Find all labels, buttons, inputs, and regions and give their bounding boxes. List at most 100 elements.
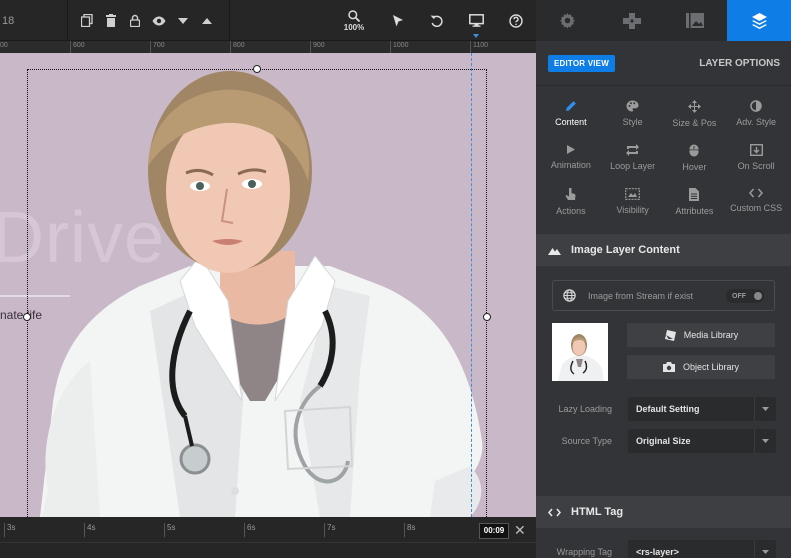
select-cursor-icon[interactable] — [380, 0, 416, 41]
option-animation[interactable]: Animation — [540, 140, 602, 178]
object-library-label: Object Library — [682, 362, 740, 372]
delete-icon[interactable] — [102, 11, 120, 31]
option-style[interactable]: Style — [602, 96, 664, 134]
scroll-icon — [749, 144, 763, 156]
images-icon — [664, 329, 676, 341]
media-library-button[interactable]: Media Library — [627, 323, 775, 347]
lock-icon[interactable] — [126, 11, 144, 31]
stream-toggle[interactable]: OFF — [726, 289, 764, 303]
slider-editor: 18 100% 00 600 700 800 900 1000 1100 Dri… — [0, 0, 791, 558]
object-library-button[interactable]: Object Library — [627, 355, 775, 379]
mountain-icon — [548, 247, 561, 255]
close-icon[interactable]: ✕ — [514, 522, 526, 539]
option-custom-css[interactable]: Custom CSS — [725, 184, 787, 222]
option-label: Actions — [556, 206, 586, 216]
option-label: Style — [622, 117, 643, 127]
option-adv-style[interactable]: Adv. Style — [725, 96, 787, 134]
option-label: Size & Pos — [672, 118, 717, 128]
settings-icon[interactable] — [536, 0, 600, 41]
option-label: Visibility — [616, 205, 649, 215]
source-type-select[interactable]: Original Size — [628, 429, 776, 453]
chevron-down-icon — [754, 540, 776, 558]
option-label: Adv. Style — [736, 117, 777, 127]
toggle-label: OFF — [732, 292, 746, 300]
resize-handle-left[interactable] — [23, 313, 31, 321]
palette-icon — [626, 100, 639, 112]
zoom-control[interactable]: 100% — [334, 0, 374, 41]
lazy-loading-label: Lazy Loading — [558, 404, 612, 414]
wrapping-tag-label: Wrapping Tag — [556, 547, 612, 557]
mouse-icon — [689, 144, 699, 157]
timeline-mark: 4s — [84, 523, 95, 537]
slide-background-icon[interactable] — [664, 0, 728, 41]
ruler-mark: 00 — [0, 41, 8, 53]
section-title: Image Layer Content — [571, 244, 680, 256]
navigation-icon[interactable] — [600, 0, 664, 41]
option-on-scroll[interactable]: On Scroll — [725, 140, 787, 178]
chevron-down-icon — [754, 397, 776, 421]
timeline-ruler[interactable]: 3s 4s 5s 6s 7s 8s — [0, 517, 536, 543]
ruler-mark: 900 — [310, 41, 325, 53]
resize-handle-top[interactable] — [253, 65, 261, 73]
horizontal-ruler: 00 600 700 800 900 1000 1100 — [0, 41, 536, 53]
option-hover[interactable]: Hover — [664, 140, 726, 178]
globe-icon — [563, 289, 576, 302]
desktop-device-icon[interactable] — [456, 0, 496, 41]
undo-icon[interactable] — [416, 0, 456, 41]
wrapping-tag-row: Wrapping Tag <rs-layer> — [536, 540, 791, 558]
visibility-icon — [625, 188, 641, 200]
option-label: Custom CSS — [730, 203, 783, 213]
zoom-level: 100% — [343, 22, 365, 32]
help-icon[interactable] — [496, 0, 536, 41]
wrapping-tag-select[interactable]: <rs-layer> — [628, 540, 776, 558]
current-time: 00:09 — [479, 523, 509, 539]
eye-icon[interactable] — [150, 11, 168, 31]
editor-view-button[interactable]: EDITOR VIEW — [548, 54, 615, 72]
pointer-icon — [565, 188, 576, 200]
ruler-mark: 1100 — [470, 41, 488, 53]
chevron-up-icon[interactable] — [198, 11, 216, 31]
lazy-loading-row: Lazy Loading Default Setting — [536, 397, 791, 421]
file-icon — [689, 188, 700, 201]
slide-canvas[interactable]: Drive nate life — [0, 53, 536, 517]
lazy-loading-select[interactable]: Default Setting — [628, 397, 776, 421]
option-label: Content — [555, 117, 587, 127]
duplicate-icon[interactable] — [78, 11, 96, 31]
layers-icon[interactable] — [727, 0, 791, 41]
html-tag-header[interactable]: HTML Tag — [536, 496, 791, 528]
wrapping-tag-value: <rs-layer> — [636, 547, 680, 557]
option-label: Hover — [682, 162, 707, 172]
active-device-indicator — [473, 34, 479, 38]
stream-label: Image from Stream if exist — [588, 290, 694, 301]
option-attributes[interactable]: Attributes — [664, 184, 726, 222]
chevron-down-icon — [754, 429, 776, 453]
image-thumbnail[interactable] — [552, 323, 608, 381]
layer-options-title: LAYER OPTIONS — [699, 57, 780, 69]
resize-handle-right[interactable] — [483, 313, 491, 321]
ruler-mark: 800 — [230, 41, 245, 53]
layer-selection-box[interactable] — [27, 69, 487, 517]
option-actions[interactable]: Actions — [540, 184, 602, 222]
code-icon — [548, 508, 561, 516]
timeline-mark: 5s — [164, 523, 175, 537]
chevron-down-icon[interactable] — [174, 11, 192, 31]
timeline-bar: 3s 4s 5s 6s 7s 8s 00:09 ✕ — [0, 517, 536, 558]
source-type-value: Original Size — [636, 436, 691, 446]
grid-guide-line — [471, 53, 472, 517]
code-icon — [749, 188, 764, 198]
option-label: Animation — [550, 160, 591, 170]
editor-toolbar: 18 100% — [0, 0, 536, 41]
stream-option-row: Image from Stream if exist OFF — [552, 280, 775, 311]
timeline-mark: 3s — [4, 523, 15, 537]
option-content[interactable]: Content — [540, 96, 602, 134]
option-visibility[interactable]: Visibility — [602, 184, 664, 222]
loop-icon — [626, 144, 640, 156]
ruler-mark: 1000 — [390, 41, 409, 53]
slide-number: 18 — [2, 14, 15, 27]
option-loop-layer[interactable]: Loop Layer — [602, 140, 664, 178]
option-size-pos[interactable]: Size & Pos — [664, 96, 726, 134]
contrast-icon — [750, 100, 762, 112]
zoom-icon — [348, 9, 360, 22]
option-label: Loop Layer — [610, 161, 656, 171]
image-layer-content-header[interactable]: Image Layer Content — [536, 234, 791, 266]
